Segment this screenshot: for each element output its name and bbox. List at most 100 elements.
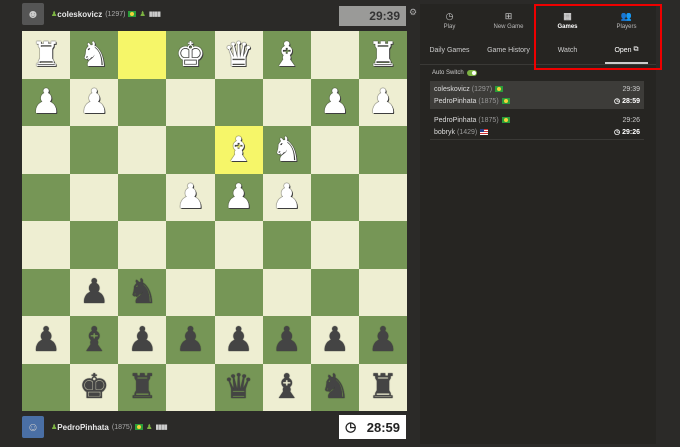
white-rook-icon[interactable]: ♜ bbox=[31, 38, 61, 72]
board-square[interactable]: ♟ bbox=[70, 78, 119, 126]
board-square[interactable]: ♟ bbox=[262, 316, 311, 364]
black-knight-icon[interactable]: ♞ bbox=[320, 370, 350, 404]
nav-play[interactable]: ◷ Play bbox=[420, 4, 479, 36]
white-bishop-icon[interactable]: ♝ bbox=[223, 133, 253, 167]
board-square[interactable] bbox=[358, 126, 407, 174]
board-square[interactable]: ♜ bbox=[118, 363, 167, 411]
tab-game-history[interactable]: Game History bbox=[479, 36, 538, 64]
top-player-avatar[interactable]: ☻ bbox=[22, 3, 44, 25]
board-square[interactable]: ♟ bbox=[22, 316, 71, 364]
board-square[interactable] bbox=[166, 78, 215, 126]
board-square[interactable]: ♟ bbox=[118, 316, 167, 364]
black-pawn-icon[interactable]: ♟ bbox=[127, 323, 157, 357]
board-square[interactable] bbox=[214, 221, 263, 269]
black-pawn-icon[interactable]: ♟ bbox=[31, 323, 61, 357]
board-square[interactable] bbox=[310, 31, 359, 79]
board-square[interactable]: ♝ bbox=[70, 316, 119, 364]
board-square[interactable] bbox=[262, 78, 311, 126]
black-knight-icon[interactable]: ♞ bbox=[127, 275, 157, 309]
board-square[interactable] bbox=[262, 268, 311, 316]
board-square[interactable]: ♞ bbox=[70, 31, 119, 79]
bottom-player-name[interactable]: PedroPinhata bbox=[57, 423, 109, 432]
white-queen-icon[interactable]: ♛ bbox=[223, 38, 253, 72]
board-square[interactable] bbox=[166, 363, 215, 411]
black-queen-icon[interactable]: ♛ bbox=[223, 370, 253, 404]
white-pawn-icon[interactable]: ♟ bbox=[223, 180, 253, 214]
board-square[interactable]: ♟ bbox=[358, 78, 407, 126]
board-square[interactable] bbox=[214, 268, 263, 316]
board-square[interactable] bbox=[118, 221, 167, 269]
board-square[interactable]: ♟ bbox=[166, 173, 215, 221]
white-rook-icon[interactable]: ♜ bbox=[368, 38, 398, 72]
board-square[interactable] bbox=[262, 221, 311, 269]
board-square[interactable]: ♞ bbox=[262, 126, 311, 174]
board-square[interactable]: ♚ bbox=[166, 31, 215, 79]
board-square[interactable] bbox=[22, 126, 71, 174]
board-square[interactable]: ♟ bbox=[358, 316, 407, 364]
white-pawn-icon[interactable]: ♟ bbox=[320, 85, 350, 119]
black-pawn-icon[interactable]: ♟ bbox=[368, 323, 398, 357]
black-pawn-icon[interactable]: ♟ bbox=[223, 323, 253, 357]
board-square[interactable]: ♝ bbox=[262, 31, 311, 79]
board-square[interactable] bbox=[358, 221, 407, 269]
board-square[interactable] bbox=[310, 221, 359, 269]
board-square[interactable]: ♟ bbox=[262, 173, 311, 221]
board-square[interactable]: ♟ bbox=[214, 316, 263, 364]
board-square[interactable] bbox=[118, 173, 167, 221]
black-rook-icon[interactable]: ♜ bbox=[368, 370, 398, 404]
white-knight-icon[interactable]: ♞ bbox=[271, 133, 301, 167]
white-pawn-icon[interactable]: ♟ bbox=[271, 180, 301, 214]
white-knight-icon[interactable]: ♞ bbox=[79, 38, 109, 72]
board-square[interactable]: ♞ bbox=[118, 268, 167, 316]
board-square[interactable]: ♜ bbox=[358, 363, 407, 411]
board-square[interactable]: ♞ bbox=[310, 363, 359, 411]
board-square[interactable]: ♛ bbox=[214, 363, 263, 411]
black-bishop-icon[interactable]: ♝ bbox=[79, 323, 109, 357]
board-square[interactable]: ♟ bbox=[22, 78, 71, 126]
board-square[interactable] bbox=[22, 221, 71, 269]
board-square[interactable] bbox=[358, 173, 407, 221]
white-pawn-icon[interactable]: ♟ bbox=[31, 85, 61, 119]
white-pawn-icon[interactable]: ♟ bbox=[79, 85, 109, 119]
game-list-item[interactable]: coleskovicz (1297) 29:39 PedroPinhata (187… bbox=[430, 81, 644, 109]
white-king-icon[interactable]: ♚ bbox=[175, 38, 205, 72]
board-square[interactable]: ♚ bbox=[70, 363, 119, 411]
white-pawn-icon[interactable]: ♟ bbox=[368, 85, 398, 119]
board-square[interactable]: ♟ bbox=[214, 173, 263, 221]
board-square[interactable] bbox=[118, 31, 167, 79]
gear-icon[interactable]: ⚙ bbox=[409, 7, 417, 18]
board-square[interactable] bbox=[310, 126, 359, 174]
black-pawn-icon[interactable]: ♟ bbox=[320, 323, 350, 357]
white-pawn-icon[interactable]: ♟ bbox=[175, 180, 205, 214]
black-rook-icon[interactable]: ♜ bbox=[127, 370, 157, 404]
black-king-icon[interactable]: ♚ bbox=[79, 370, 109, 404]
auto-switch-toggle[interactable] bbox=[466, 70, 477, 76]
board-square[interactable]: ♛ bbox=[214, 31, 263, 79]
board-square[interactable] bbox=[22, 173, 71, 221]
board-square[interactable]: ♟ bbox=[310, 316, 359, 364]
board-square[interactable]: ♝ bbox=[214, 126, 263, 174]
board-square[interactable]: ♟ bbox=[310, 78, 359, 126]
board-square[interactable]: ♜ bbox=[22, 31, 71, 79]
board-square[interactable] bbox=[166, 221, 215, 269]
board-square[interactable] bbox=[22, 268, 71, 316]
board-square[interactable] bbox=[166, 126, 215, 174]
board-square[interactable] bbox=[118, 78, 167, 126]
nav-new-game[interactable]: ⊞ New Game bbox=[479, 4, 538, 36]
board-square[interactable]: ♟ bbox=[166, 316, 215, 364]
board-square[interactable] bbox=[70, 126, 119, 174]
board-square[interactable]: ♜ bbox=[358, 31, 407, 79]
board-square[interactable] bbox=[70, 173, 119, 221]
board-square[interactable]: ♝ bbox=[262, 363, 311, 411]
board-square[interactable] bbox=[166, 268, 215, 316]
board-square[interactable] bbox=[22, 363, 71, 411]
bottom-player-avatar[interactable]: ☺ bbox=[22, 416, 44, 438]
board-square[interactable] bbox=[310, 268, 359, 316]
tab-daily-games[interactable]: Daily Games bbox=[420, 36, 479, 64]
black-bishop-icon[interactable]: ♝ bbox=[271, 370, 301, 404]
black-pawn-icon[interactable]: ♟ bbox=[79, 275, 109, 309]
chess-board[interactable]: ♜ ♞ ♚ ♛ ♝ ♜ ♟ ♟ ♟ ♟ ♝ ♞ ♟ ♟ ♟ ♟ ♞ ♟ ♝ ♟ ♟ ♟ ♟ ♟ ♟ ♚ ♜ ♛ ♝ ♞ ♜ bbox=[22, 31, 407, 411]
black-pawn-icon[interactable]: ♟ bbox=[271, 323, 301, 357]
game-list-item[interactable]: PedroPinhata (1875) 29:26 bobryk (1429) ◷ … bbox=[430, 112, 644, 140]
black-pawn-icon[interactable]: ♟ bbox=[175, 323, 205, 357]
